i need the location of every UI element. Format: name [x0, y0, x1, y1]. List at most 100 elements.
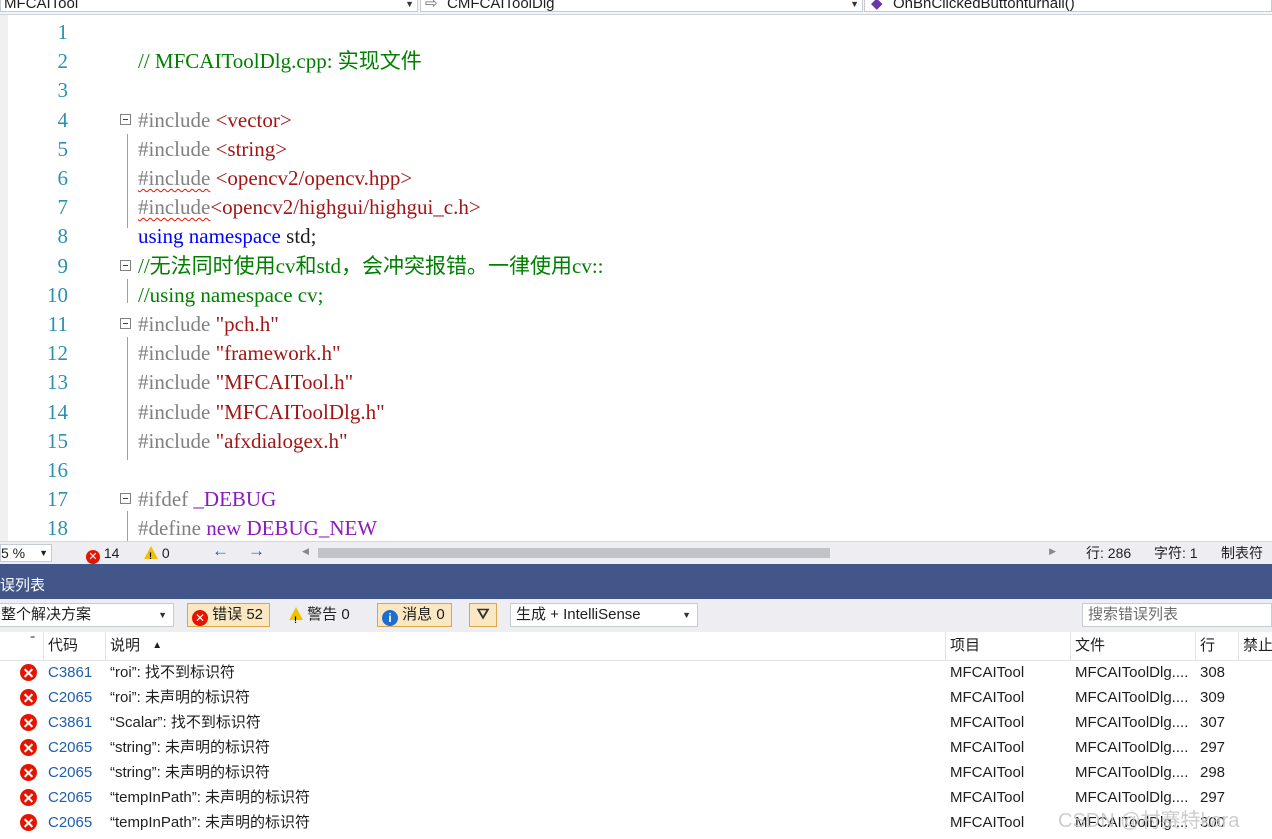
code-text: #include "MFCAITool.h" [138, 368, 353, 397]
zoom-dropdown[interactable]: 5 % ▼ [0, 544, 52, 562]
code-token: //using namespace cv; [138, 282, 324, 307]
error-description: “Scalar”: 找不到标识符 [110, 714, 261, 731]
code-line: 14 #include "MFCAIToolDlg.h" [0, 398, 1272, 427]
editor-navigation-bar: MFCAITool ▼ ⇨ CMFCAIToolDlg ▼ ◆ OnBnClic… [0, 0, 1272, 15]
code-token: #include [138, 107, 216, 132]
error-icon [20, 789, 37, 806]
error-code[interactable]: C3861 [48, 660, 92, 685]
code-token: "MFCAIToolDlg.h" [215, 399, 385, 424]
column-header-description[interactable]: 说明 ▲ [106, 632, 946, 660]
messages-filter-button[interactable]: i 消息 0 [377, 603, 452, 627]
code-token: #include [138, 166, 211, 190]
method-icon: ◆ [871, 0, 883, 12]
error-icon [20, 714, 37, 731]
table-row[interactable]: C3861 “roi”: 找不到标识符 MFCAITool MFCAIToolDlg.… [0, 660, 1272, 685]
error-code[interactable]: C3861 [48, 710, 92, 735]
error-icon [20, 664, 37, 681]
scope-dropdown[interactable]: 整个解决方案 ▼ [0, 603, 174, 627]
project-dropdown[interactable]: MFCAITool ▼ [0, 0, 418, 12]
code-editor[interactable]: 1 2// MFCAIToolDlg.cpp: 实现文件 3 4 #include <v… [0, 15, 1272, 541]
error-code[interactable]: C2065 [48, 685, 92, 710]
line-number: 4 [57, 107, 69, 132]
clear-filter-button[interactable]: ⛛ [469, 603, 497, 627]
member-dropdown[interactable]: ◆ OnBnClickedButtonturnall() [864, 0, 1272, 12]
messages-filter-label: 消息 0 [402, 606, 445, 623]
line-number: 2 [57, 49, 69, 74]
code-token: #include [138, 195, 211, 220]
errors-filter-button[interactable]: ✕ 错误 52 [187, 603, 271, 627]
error-list-toolbar: 整个解决方案 ▼ ✕ 错误 52 ! 警告 0 i 消息 0 ⛛ 生成 + In… [0, 599, 1272, 632]
error-code[interactable]: C2065 [48, 735, 92, 760]
error-description: “roi”: 未声明的标识符 [110, 689, 250, 706]
column-header-icon[interactable]: ⁼ [0, 632, 44, 660]
code-token: <vector> [215, 107, 292, 132]
error-icon [20, 689, 37, 706]
class-dropdown[interactable]: ⇨ CMFCAIToolDlg ▼ [420, 0, 863, 12]
column-header-code[interactable]: 代码 [44, 632, 106, 660]
column-header-suppress[interactable]: 禁止 [1239, 632, 1272, 660]
class-icon: ⇨ [425, 0, 438, 12]
collapse-icon[interactable] [120, 493, 131, 505]
code-token: // MFCAIToolDlg.cpp: 实现文件 [138, 49, 422, 74]
table-row[interactable]: C2065 “roi”: 未声明的标识符 MFCAITool MFCAIToolDlg… [0, 685, 1272, 710]
code-line: 8 using namespace std; [0, 222, 1272, 251]
scroll-right-icon[interactable]: ▶ [1049, 546, 1056, 557]
error-code[interactable]: C2065 [48, 760, 92, 785]
navigate-back-icon[interactable]: ← [212, 542, 229, 559]
code-token: using [138, 224, 184, 249]
code-token: #ifdef [138, 487, 194, 512]
code-token: <string> [215, 136, 288, 161]
search-placeholder: 搜索错误列表 [1088, 606, 1179, 623]
warning-count-indicator[interactable]: ! 0 [144, 545, 170, 561]
navigate-forward-icon[interactable]: → [248, 542, 265, 559]
code-token: #include [138, 370, 216, 395]
error-description: “tempInPath”: 未声明的标识符 [110, 789, 311, 806]
table-row[interactable]: C2065 “string”: 未声明的标识符 MFCAITool MFCAITool… [0, 735, 1272, 760]
chevron-down-icon: ▼ [850, 0, 859, 9]
build-filter-value: 生成 + IntelliSense [516, 606, 641, 623]
code-text: #include "framework.h" [138, 339, 341, 368]
horizontal-scrollbar[interactable]: ◀ ▶ [300, 546, 1060, 560]
error-icon [20, 764, 37, 781]
indent-mode[interactable]: 制表符 [1221, 545, 1263, 561]
collapse-icon[interactable] [120, 113, 131, 125]
error-line: 307 [1200, 714, 1226, 731]
collapse-icon[interactable] [120, 318, 131, 329]
scroll-left-icon[interactable]: ◀ [302, 546, 309, 557]
info-icon: i [382, 610, 398, 626]
error-description: “string”: 未声明的标识符 [110, 739, 271, 756]
error-description: “string”: 未声明的标识符 [110, 764, 271, 781]
line-number: 6 [57, 166, 69, 190]
error-code[interactable]: C2065 [48, 785, 92, 810]
collapse-icon[interactable] [120, 259, 131, 271]
scrollbar-thumb[interactable] [318, 548, 830, 558]
column-header-project[interactable]: 项目 [946, 632, 1071, 660]
code-text: //using namespace cv; [138, 281, 323, 310]
warnings-filter-button[interactable]: ! 警告 0 [284, 603, 357, 627]
code-line: 17 #ifdef _DEBUG [0, 485, 1272, 514]
code-token: "framework.h" [215, 341, 341, 366]
column-header-line[interactable]: 行 [1196, 632, 1239, 660]
zoom-level: 5 % [1, 545, 26, 561]
code-text: //无法同时使用cv和std，会冲突报错。一律使用cv:: [138, 252, 604, 281]
search-error-list-input[interactable]: 搜索错误列表 [1082, 603, 1272, 627]
code-token: #include [138, 312, 216, 336]
code-line: 13 #include "MFCAITool.h" [0, 368, 1272, 397]
error-description: “roi”: 找不到标识符 [110, 664, 235, 681]
chevron-down-icon: ▼ [405, 0, 414, 9]
code-token: DEBUG_NEW [246, 516, 378, 541]
cursor-char: 字符: 1 [1154, 545, 1198, 561]
error-count-indicator[interactable]: ✕ 14 [86, 545, 119, 564]
code-line: 16 [0, 456, 1272, 485]
column-header-file[interactable]: 文件 [1071, 632, 1196, 660]
fold-guide [127, 511, 128, 541]
error-line: 309 [1200, 689, 1226, 706]
build-filter-dropdown[interactable]: 生成 + IntelliSense ▼ [510, 603, 698, 627]
table-row[interactable]: C3861 “Scalar”: 找不到标识符 MFCAITool MFCAIToolD… [0, 710, 1272, 735]
table-row[interactable]: C2065 “string”: 未声明的标识符 MFCAITool MFCAITool… [0, 760, 1272, 785]
code-token: std; [280, 224, 317, 249]
error-code[interactable]: C2065 [48, 810, 92, 835]
code-text: #include "MFCAIToolDlg.h" [138, 398, 385, 427]
line-number: 17 [47, 487, 68, 512]
code-text: #include "pch.h" [138, 310, 279, 339]
